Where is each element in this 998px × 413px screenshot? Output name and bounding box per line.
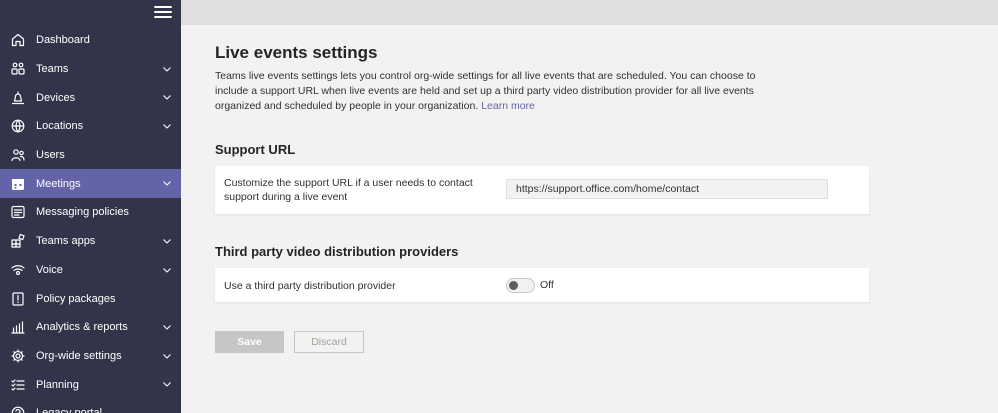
sidebar-item-label: Analytics & reports [36, 321, 128, 334]
provider-label: Use a third party distribution provider [224, 280, 396, 292]
hamburger-menu-icon[interactable] [154, 4, 172, 20]
package-icon [10, 291, 26, 307]
sidebar-item-teams[interactable]: Teams [0, 55, 181, 84]
save-button[interactable]: Save [215, 331, 284, 353]
sidebar-item-meetings[interactable]: Meetings [0, 169, 181, 199]
sidebar-item-analytics-reports[interactable]: Analytics & reports [0, 313, 181, 342]
sidebar: Dashboard Teams Devices Locations Users Meeti… [0, 0, 181, 413]
sidebar-item-dashboard[interactable]: Dashboard [0, 26, 181, 55]
globe-icon [10, 118, 26, 134]
page-description: Teams live events settings lets you cont… [215, 69, 785, 114]
sidebar-item-label: Legacy portal [36, 407, 181, 413]
sidebar-item-devices[interactable]: Devices [0, 83, 181, 112]
bell-icon [10, 90, 26, 106]
support-url-card: Customize the support URL if a user need… [215, 166, 869, 214]
teams-icon [10, 61, 26, 77]
analytics-icon [10, 319, 26, 335]
providers-card: Use a third party distribution provider … [215, 268, 869, 302]
support-url-label: Customize the support URL if a user need… [224, 177, 473, 203]
sidebar-item-label: Meetings [36, 177, 81, 190]
sidebar-item-messaging-policies[interactable]: Messaging policies [0, 198, 181, 227]
sidebar-item-label: Teams apps [36, 235, 96, 248]
toggle-state-label: Off [540, 279, 554, 291]
sidebar-item-label: Policy packages [36, 292, 116, 305]
sidebar-item-label: Planning [36, 378, 79, 391]
page-title: Live events settings [215, 43, 378, 62]
sidebar-item-label: Teams [36, 63, 69, 76]
gear-icon [10, 348, 26, 364]
calendar-icon [10, 176, 26, 192]
discard-button[interactable]: Discard [294, 331, 364, 353]
sidebar-item-users[interactable]: Users [0, 141, 181, 170]
provider-toggle[interactable] [506, 278, 535, 293]
sidebar-item-label: Users [36, 149, 65, 162]
toggle-knob [509, 281, 518, 290]
sidebar-item-label: Voice [36, 263, 63, 276]
sidebar-item-org-wide-settings[interactable]: Org-wide settings [0, 342, 181, 371]
support-url-heading: Support URL [215, 142, 296, 157]
sidebar-item-label: Dashboard [36, 34, 90, 47]
sidebar-item-label: Locations [36, 120, 84, 133]
sidebar-item-legacy-portal[interactable]: Legacy portal [0, 399, 181, 413]
sidebar-item-label: Devices [36, 91, 76, 104]
sidebar-nav: Dashboard Teams Devices Locations Users Meeti… [0, 26, 181, 413]
main-content: Live events settings Teams live events s… [186, 25, 998, 413]
sidebar-item-teams-apps[interactable]: Teams apps [0, 227, 181, 256]
sidebar-item-voice[interactable]: Voice [0, 256, 181, 285]
sidebar-item-locations[interactable]: Locations [0, 112, 181, 141]
chat-icon [10, 204, 26, 220]
learn-more-link[interactable]: Learn more [481, 100, 535, 112]
sidebar-item-label: Org-wide settings [36, 349, 122, 362]
legacy-icon [10, 405, 26, 413]
checklist-icon [10, 377, 26, 393]
sidebar-item-label: Messaging policies [36, 206, 129, 219]
apps-icon [10, 233, 26, 249]
providers-heading: Third party video distribution providers [215, 244, 459, 259]
home-icon [10, 32, 26, 48]
support-url-input[interactable] [506, 179, 828, 199]
voice-icon [10, 262, 26, 278]
users-icon [10, 147, 26, 163]
sidebar-item-planning[interactable]: Planning [0, 370, 181, 399]
sidebar-item-policy-packages[interactable]: Policy packages [0, 284, 181, 313]
top-bar [181, 0, 998, 25]
